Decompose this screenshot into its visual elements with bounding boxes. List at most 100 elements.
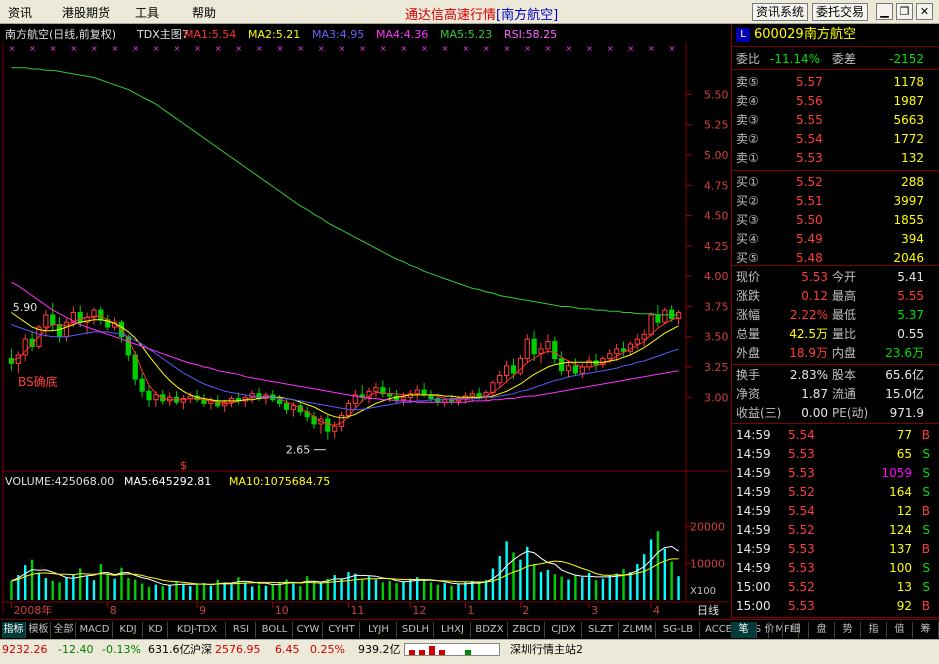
- vol-tick-0: 20000: [690, 521, 725, 534]
- ma-legend-1: MA2:5.21: [248, 28, 300, 41]
- vol-legend-1: MA10:1075684.75: [229, 475, 330, 488]
- activity-indicator: [404, 643, 500, 656]
- stat-row: 涨跌 0.12 最高 5.55: [732, 287, 939, 305]
- period-label[interactable]: 日线: [697, 603, 719, 617]
- stat-label: 今开: [832, 270, 857, 284]
- menu-help[interactable]: 帮助: [192, 4, 216, 21]
- tick-side: B: [921, 542, 930, 556]
- window-title: 通达信高速行情[南方航空]: [405, 8, 559, 23]
- indicator-tab-cjdx[interactable]: CJDX: [546, 622, 582, 638]
- tick-row: 14:59 5.54 12 B: [732, 502, 939, 520]
- rsi-marker: ×: [91, 44, 98, 53]
- rsi-marker: ×: [359, 44, 366, 53]
- ask-row: 卖② 5.54 1772: [732, 130, 939, 148]
- indicator-tab-boll[interactable]: BOLL: [257, 622, 293, 638]
- tick-price: 5.52: [788, 523, 815, 537]
- indicator-tab-slzt[interactable]: SLZT: [583, 622, 619, 638]
- candle-body: [63, 321, 70, 338]
- indicator-tab-bdzx[interactable]: BDZX: [472, 622, 508, 638]
- stat-row: 总量 42.5万 量比 0.55: [732, 325, 939, 343]
- sh-index: 9232.26: [2, 643, 48, 656]
- tick-price: 5.54: [788, 504, 815, 518]
- fund-value: 0.00: [801, 406, 828, 420]
- indicator-tab-rsi[interactable]: RSI: [227, 622, 256, 638]
- panel-tab-7[interactable]: 筹: [913, 622, 939, 638]
- bid-price: 5.52: [796, 175, 823, 189]
- indicator-tab-cyht[interactable]: CYHT: [324, 622, 360, 638]
- tick-side: S: [922, 466, 930, 480]
- price-tick-7: 3.75: [704, 300, 729, 313]
- panel-tab-2[interactable]: 细: [783, 622, 809, 638]
- rsi-marker: ×: [256, 44, 263, 53]
- fund-value: 65.6亿: [885, 368, 924, 382]
- ask-row: 卖③ 5.55 5663: [732, 111, 939, 129]
- stat-label: 涨跌: [736, 289, 761, 303]
- tick-time: 14:59: [736, 561, 771, 575]
- tick-volume: 137: [889, 542, 912, 556]
- stat-value: 42.5万: [789, 327, 828, 341]
- panel-tab-1[interactable]: 价: [757, 622, 783, 638]
- tick-side: B: [921, 428, 930, 442]
- ask-row: 卖④ 5.56 1987: [732, 92, 939, 110]
- tick-time: 15:00: [736, 580, 771, 594]
- indicator-tab-kd[interactable]: KD: [144, 622, 168, 638]
- close-icon[interactable]: ✕: [916, 3, 933, 20]
- rsi-marker: ×: [215, 44, 222, 53]
- ma-legend-4: MA5:5.23: [440, 28, 492, 41]
- tick-price: 5.53: [788, 466, 815, 480]
- menu-ganggu[interactable]: 港股期货: [62, 4, 110, 21]
- bid-price: 5.49: [796, 232, 823, 246]
- menu-tools[interactable]: 工具: [135, 4, 159, 21]
- rsi-marker: ×: [627, 44, 634, 53]
- indicator-tab-sg-lb[interactable]: SG-LB: [657, 622, 700, 638]
- indicator-tab-zbcd[interactable]: ZBCD: [509, 622, 545, 638]
- maximize-icon[interactable]: ❐: [896, 3, 913, 20]
- indicator-tab-指标[interactable]: 指标: [2, 622, 26, 638]
- stat-value: 2.22%: [789, 308, 828, 322]
- tick-volume: 12: [896, 504, 912, 518]
- panel-tab-6[interactable]: 值: [887, 622, 913, 638]
- indicator-tab-模板[interactable]: 模板: [27, 622, 51, 638]
- candle-body: [332, 425, 338, 432]
- indicator-tab-全部[interactable]: 全部: [52, 622, 76, 638]
- candle-body: [552, 341, 558, 360]
- indicator-tab-macd[interactable]: MACD: [77, 622, 113, 638]
- candle-body: [531, 338, 537, 355]
- indicator-tab-kdj-tdx[interactable]: KDJ-TDX: [169, 622, 226, 638]
- fund-value: 971.9: [889, 406, 924, 420]
- panel-tab-0[interactable]: 笔: [731, 622, 757, 638]
- panel-tab-4[interactable]: 势: [835, 622, 861, 638]
- ma-legend-3: MA4:4.36: [376, 28, 428, 41]
- ma-legend-5: RSI:58.25: [504, 28, 557, 41]
- trade-button[interactable]: 委托交易: [812, 3, 869, 21]
- indicator-tab-sdlh[interactable]: SDLH: [398, 622, 434, 638]
- menu-bar: 资讯 港股期货 工具 帮助 通达信高速行情[南方航空] 资讯系统 委托交易 ▁ …: [0, 0, 939, 24]
- indicator-tab-kdj[interactable]: KDJ: [114, 622, 143, 638]
- indicator-tab-lhxj[interactable]: LHXJ: [435, 622, 471, 638]
- bid-volume: 288: [901, 175, 924, 189]
- bid-volume: 394: [901, 232, 924, 246]
- minimize-icon[interactable]: ▁: [876, 3, 893, 20]
- candle-body: [476, 393, 482, 397]
- indicator-tab-lyjh[interactable]: LYJH: [361, 622, 397, 638]
- menu-zixun[interactable]: 资讯: [8, 4, 32, 21]
- chart-title: 南方航空(日线,前复权): [5, 27, 116, 41]
- tick-time: 14:59: [736, 542, 771, 556]
- ask-volume: 132: [901, 151, 924, 165]
- rsi-marker: ×: [339, 44, 346, 53]
- panel-tab-5[interactable]: 指: [861, 622, 887, 638]
- rsi-marker: ×: [132, 44, 139, 53]
- chart-area[interactable]: 南方航空(日线,前复权) TDX主图7 MA1:5.54 MA2:5.21 MA3:…: [0, 24, 729, 618]
- bid-price: 5.51: [796, 194, 823, 208]
- sz-label: 沪深: [190, 643, 212, 656]
- indicator-tab-cyw[interactable]: CYW: [294, 622, 323, 638]
- tick-time: 14:59: [736, 504, 771, 518]
- kline-volume-chart[interactable]: 南方航空(日线,前复权) TDX主图7 MA1:5.54 MA2:5.21 MA3:…: [0, 24, 729, 618]
- indicator-tab-zlmm[interactable]: ZLMM: [620, 622, 656, 638]
- panel-tab-3[interactable]: 盘: [809, 622, 835, 638]
- ask-label: 卖③: [736, 113, 759, 127]
- volume-title: VOLUME:425068.00: [5, 475, 114, 488]
- candle-body: [565, 365, 572, 372]
- tick-volume: 124: [889, 523, 912, 537]
- info-system-button[interactable]: 资讯系统: [752, 3, 809, 21]
